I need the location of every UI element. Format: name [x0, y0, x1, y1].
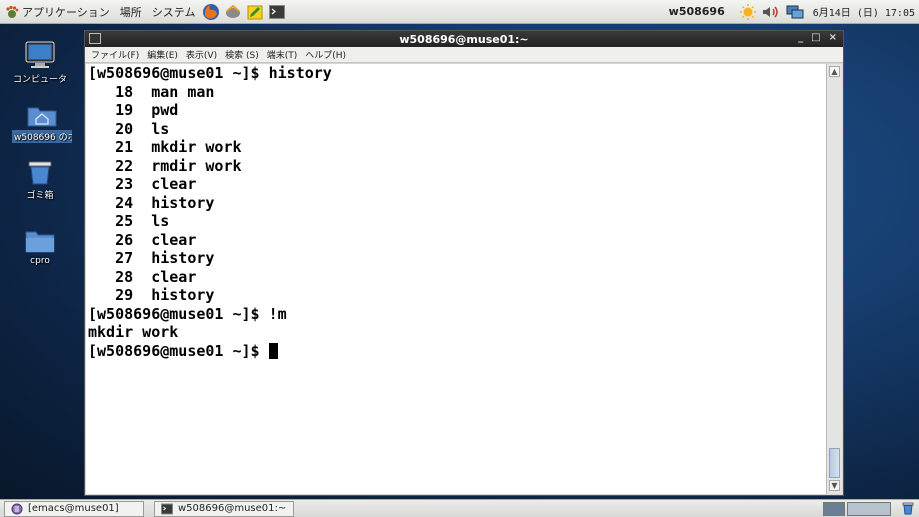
- terminal-line: 28 clear: [88, 267, 197, 286]
- desktop-icon-cpro[interactable]: cpro: [8, 228, 72, 266]
- terminal-line: 29 history: [88, 286, 215, 304]
- email-launcher[interactable]: [222, 1, 244, 23]
- weather-icon[interactable]: [739, 3, 757, 21]
- terminal-line: 27 history: [88, 249, 215, 267]
- terminal-titlebar[interactable]: w508696@muse01:~ _ □ ×: [85, 31, 843, 47]
- terminal-line: 21 mkdir work: [88, 138, 242, 156]
- menu-terminal[interactable]: 端末(T): [267, 48, 298, 61]
- terminal-icon[interactable]: [89, 33, 101, 44]
- volume-icon[interactable]: [761, 4, 781, 20]
- taskbar-label: w508696@muse01:~: [178, 503, 287, 514]
- firefox-icon: [203, 3, 220, 20]
- text-cursor: [268, 342, 278, 359]
- menu-file[interactable]: ファイル(F): [91, 48, 139, 61]
- workspace-switcher[interactable]: [823, 501, 891, 517]
- computer-icon: [25, 41, 55, 68]
- window-buttons: _ □ ×: [798, 32, 837, 43]
- workspace-2[interactable]: [847, 501, 891, 516]
- terminal-prompt-line[interactable]: [w508696@muse01 ~]$: [88, 342, 826, 361]
- terminal-line: 19 pwd: [88, 101, 179, 119]
- desktop-icon-trash[interactable]: ゴミ箱: [8, 158, 72, 201]
- menu-view[interactable]: 表示(V): [186, 48, 217, 61]
- terminal-line: 22 rmdir work: [88, 156, 242, 175]
- email-icon: [226, 4, 241, 18]
- scroll-up-arrow[interactable]: ▲: [829, 66, 840, 77]
- terminal-line: [w508696@muse01 ~]$ !m: [88, 304, 287, 323]
- terminal-line: [w508696@muse01 ~]$ history: [88, 64, 332, 82]
- terminal-line: 23 clear: [88, 175, 197, 193]
- scrollbar-thumb[interactable]: [829, 448, 840, 478]
- home-folder-icon: [27, 107, 57, 127]
- desktop-icon-label: ゴミ箱: [26, 191, 54, 201]
- terminal-scrollbar[interactable]: ▲ ▼: [826, 64, 842, 494]
- panel-clock[interactable]: 6月14日 (日) 17:05: [813, 4, 915, 19]
- panel-username[interactable]: w508696: [669, 5, 725, 18]
- firefox-launcher[interactable]: [200, 1, 222, 23]
- trash-icon[interactable]: [901, 501, 915, 515]
- desktop-icon-label: cpro: [30, 256, 50, 266]
- taskbar-item-emacs[interactable]: [emacs@muse01]: [4, 500, 144, 517]
- note-launcher[interactable]: [244, 1, 266, 23]
- system-menu-label: システム: [151, 5, 196, 19]
- scroll-down-arrow[interactable]: ▼: [829, 480, 840, 491]
- workspace-1[interactable]: [823, 501, 845, 516]
- close-button[interactable]: ×: [829, 32, 837, 43]
- foot-icon: [6, 5, 19, 18]
- minimize-button[interactable]: _: [798, 32, 803, 43]
- terminal-line: 24 history: [88, 193, 215, 212]
- places-menu-label: 場所: [119, 5, 142, 19]
- top-panel: アプリケーション 場所 システム w508696 6月14日 (日) 17:05: [0, 0, 919, 24]
- system-menu[interactable]: システム: [147, 0, 201, 24]
- desktop-icon-label: w508696 のホーム: [12, 130, 72, 143]
- taskbar-label: [emacs@muse01]: [28, 503, 119, 514]
- terminal-menubar: ファイル(F) 編集(E) 表示(V) 検索 (S) 端末(T) ヘルプ(H): [85, 47, 843, 63]
- applications-menu[interactable]: アプリケーション: [0, 0, 115, 24]
- places-menu[interactable]: 場所: [115, 0, 147, 24]
- folder-icon: [25, 231, 55, 253]
- menu-search[interactable]: 検索 (S): [225, 48, 259, 61]
- terminal-line: 26 clear: [88, 230, 197, 249]
- terminal-icon: [269, 4, 286, 19]
- maximize-button[interactable]: □: [811, 32, 820, 43]
- terminal-line: 18 man man: [88, 82, 215, 101]
- terminal-prompt: [w508696@muse01 ~]$: [88, 341, 269, 360]
- menu-help[interactable]: ヘルプ(H): [305, 48, 346, 61]
- panel-right-area: w508696 6月14日 (日) 17:05: [669, 0, 919, 24]
- taskbar-item-terminal[interactable]: w508696@muse01:~: [154, 500, 294, 517]
- desktop-icon-computer[interactable]: コンピュータ: [8, 40, 72, 85]
- network-icon[interactable]: [785, 3, 805, 21]
- terminal-line: 20 ls: [88, 119, 170, 138]
- emacs-icon: [11, 503, 23, 514]
- desktop-icon-home[interactable]: w508696 のホーム: [0, 104, 84, 146]
- terminal-launcher[interactable]: [266, 1, 288, 23]
- trash-icon: [28, 161, 52, 185]
- terminal-icon: [161, 503, 173, 514]
- terminal-line: mkdir work: [88, 323, 179, 341]
- applications-menu-label: アプリケーション: [22, 5, 110, 19]
- terminal-line: 25 ls: [88, 212, 170, 230]
- bottom-panel: [emacs@muse01] w508696@muse01:~: [0, 499, 919, 517]
- note-icon: [247, 5, 263, 19]
- menu-edit[interactable]: 編集(E): [147, 48, 178, 61]
- desktop-icon-label: コンピュータ: [12, 75, 67, 85]
- window-title: w508696@muse01:~: [399, 32, 529, 46]
- terminal-output[interactable]: [w508696@muse01 ~]$ history 18 man man 1…: [86, 64, 826, 494]
- terminal-window[interactable]: w508696@muse01:~ _ □ × ファイル(F) 編集(E) 表示(…: [84, 30, 844, 496]
